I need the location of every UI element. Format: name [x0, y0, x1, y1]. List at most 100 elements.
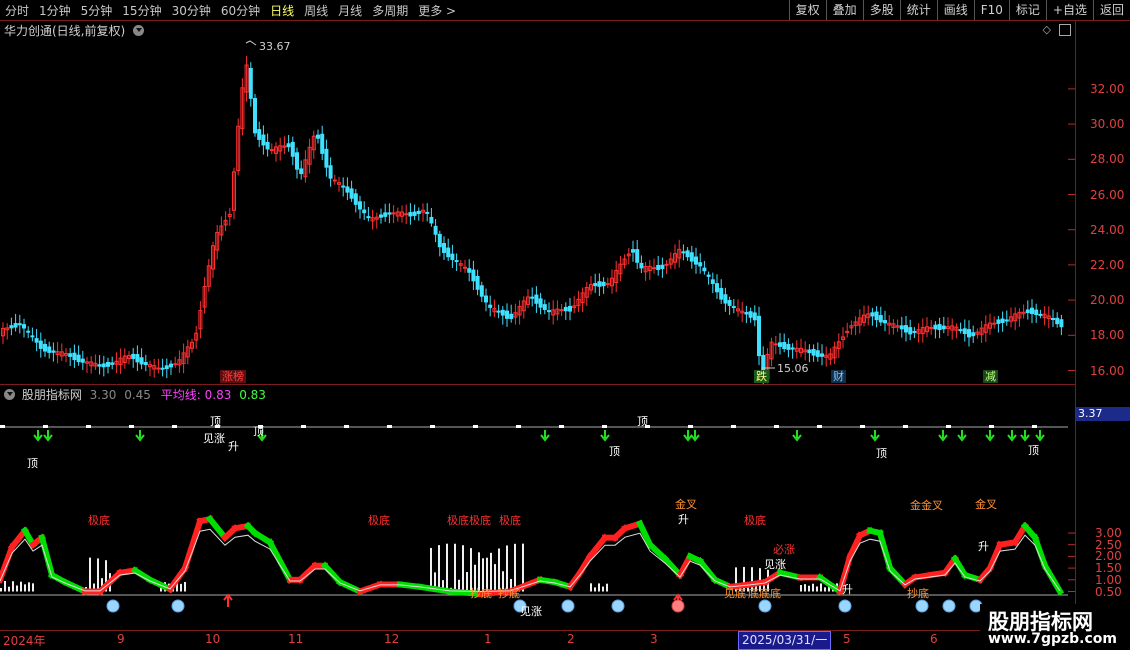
- period-tab[interactable]: 周线: [304, 2, 328, 19]
- candle-body: [933, 324, 938, 330]
- candle-body: [345, 186, 350, 193]
- signal-label: 顶: [253, 425, 264, 438]
- candle-body: [899, 325, 904, 330]
- candle-body: [349, 188, 354, 199]
- candle-body: [286, 143, 291, 148]
- toolbar-button[interactable]: 返回: [1092, 0, 1130, 20]
- level-dash: [430, 425, 435, 428]
- candle-body: [408, 212, 413, 217]
- period-tab[interactable]: 更多 >: [418, 2, 456, 19]
- level-dash: [344, 425, 349, 428]
- candle-body: [110, 362, 115, 365]
- candle-body: [51, 350, 56, 353]
- date-label: 10: [205, 632, 221, 646]
- signal-label: 顶: [876, 447, 887, 460]
- toolbar-button[interactable]: 标记: [1008, 0, 1046, 20]
- candle-body: [269, 148, 274, 151]
- date-label: 2: [567, 632, 575, 646]
- low-label: 15.06: [777, 362, 809, 375]
- candle-body: [429, 216, 434, 224]
- signal-bar: [606, 583, 608, 592]
- period-tab[interactable]: 60分钟: [221, 2, 260, 19]
- candle-body: [320, 133, 325, 154]
- period-tab[interactable]: 15分钟: [122, 2, 161, 19]
- watermark: 股朋指标网 www.7gpzb.com: [980, 604, 1130, 650]
- candle-body: [383, 212, 388, 217]
- signal-bar: [180, 583, 182, 592]
- period-tab[interactable]: 月线: [338, 2, 362, 19]
- ball-icon: [915, 599, 929, 613]
- candle-body: [17, 323, 22, 326]
- signal-bar: [184, 581, 186, 592]
- ball-icon: [942, 599, 956, 613]
- candle-body: [101, 363, 106, 368]
- oscillator-segment: [38, 534, 56, 579]
- toolbar-button[interactable]: F10: [973, 0, 1009, 20]
- candle-body: [542, 304, 547, 311]
- level-dash: [774, 425, 779, 428]
- event-badge[interactable]: 跌: [754, 370, 769, 383]
- candle-body: [1055, 317, 1060, 325]
- period-tab[interactable]: 1分钟: [39, 2, 71, 19]
- toolbar-button[interactable]: 复权: [788, 0, 826, 20]
- level-dash: [301, 425, 306, 428]
- price-tick-label: 18.00: [1090, 328, 1125, 343]
- signal-label: 极底: [88, 514, 110, 527]
- level-dash: [516, 425, 521, 428]
- signal-bar: [4, 580, 6, 592]
- oscillator-segment: [695, 556, 720, 585]
- candle-body: [366, 216, 371, 219]
- sell-arrow-icon: [540, 430, 550, 442]
- candle-body: [958, 329, 963, 332]
- ball-icon: [611, 599, 625, 613]
- candle-body: [437, 233, 442, 248]
- signal-bar: [800, 585, 802, 592]
- signal-bar: [602, 586, 604, 592]
- signal-bar: [462, 545, 464, 592]
- candle-body: [967, 329, 971, 338]
- sell-arrow-icon: [600, 430, 610, 442]
- period-toolbar: 分时 1分钟 5分钟 15分钟 30分钟 60分钟 日线 周线 月线 多周期 更多 > 复权 叠加 多股…: [0, 0, 1130, 21]
- price-chart-panel[interactable]: 华力创通(日线,前复权) ◇ 33.67 15.06: [0, 21, 1076, 385]
- toolbar-button[interactable]: 统计: [899, 0, 937, 20]
- level-dash: [387, 425, 392, 428]
- period-tab[interactable]: 5分钟: [81, 2, 113, 19]
- date-label: 11: [288, 632, 304, 646]
- period-tab[interactable]: 30分钟: [172, 2, 211, 19]
- signal-label: 抄底: [907, 587, 929, 600]
- sell-arrow-icon: [1035, 430, 1045, 442]
- signal-bar: [12, 581, 14, 592]
- candle-body: [341, 185, 346, 188]
- candle-body: [38, 340, 43, 349]
- candle-body: [1025, 309, 1030, 314]
- candle-body: [660, 264, 665, 269]
- signal-bar: [430, 547, 432, 592]
- event-badge[interactable]: 减: [983, 370, 998, 383]
- candle-body: [30, 335, 35, 338]
- candle-body: [874, 311, 879, 321]
- toolbar-button[interactable]: +自选: [1045, 0, 1093, 20]
- candle-body: [505, 310, 509, 319]
- event-badge[interactable]: 财: [831, 370, 846, 383]
- candle-body: [404, 213, 409, 216]
- toolbar-button[interactable]: 多股: [862, 0, 900, 20]
- candle-body: [904, 325, 908, 333]
- level-dash: [903, 425, 908, 428]
- period-tab[interactable]: 分时: [5, 2, 29, 19]
- candle-body: [723, 294, 728, 304]
- candle-body: [937, 324, 942, 331]
- period-tab[interactable]: 多周期: [372, 2, 408, 19]
- candle-body: [475, 275, 480, 290]
- signal-bar: [820, 583, 822, 592]
- oscillator-segment: [986, 540, 1004, 573]
- candle-body: [601, 281, 606, 287]
- toolbar-button[interactable]: 叠加: [825, 0, 863, 20]
- period-tab[interactable]: 日线: [270, 2, 294, 19]
- toolbar-button[interactable]: 画线: [936, 0, 974, 20]
- price-tick-label: 22.00: [1090, 257, 1125, 272]
- signal-bar: [16, 585, 18, 592]
- candle-body: [563, 306, 568, 312]
- event-badge[interactable]: 涨榜: [220, 370, 246, 383]
- signal-label: 顶: [1028, 444, 1039, 457]
- indicator-panel[interactable]: 股朋指标网 3.30 0.45 平均线: 0.83 0.83 顶顶顶顶顶顶顶升升…: [0, 385, 1076, 631]
